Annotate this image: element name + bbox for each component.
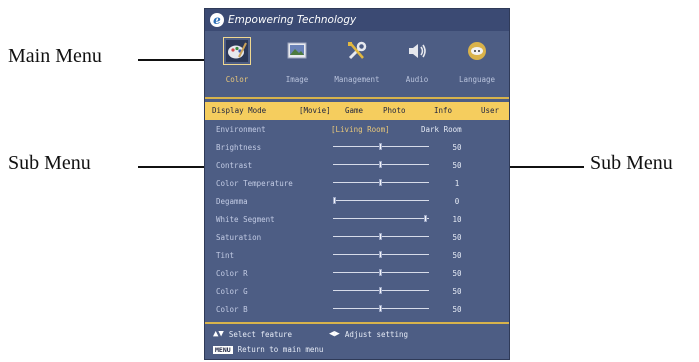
display-mode-option-user[interactable]: User bbox=[481, 106, 499, 115]
brand-bar: e Empowering Technology bbox=[205, 9, 509, 31]
display-mode-option-game[interactable]: Game bbox=[345, 106, 363, 115]
setting-label: Contrast bbox=[216, 161, 253, 170]
callout-main-menu: Main Menu bbox=[8, 45, 102, 67]
setting-label: Color R bbox=[216, 269, 248, 278]
setting-value: 50 bbox=[452, 161, 462, 170]
tab-management-label: Management bbox=[334, 75, 380, 84]
slider-thumb[interactable] bbox=[424, 215, 427, 222]
environment-row[interactable]: Environment [Living Room] Dark Room bbox=[205, 120, 509, 138]
footer-select-hint: ▲▼ Select feature bbox=[213, 329, 292, 339]
display-mode-option-movie[interactable]: [Movie] bbox=[299, 106, 331, 115]
slider-thumb[interactable] bbox=[378, 179, 382, 186]
wrench-screwdriver-icon bbox=[345, 39, 369, 63]
setting-value: 1 bbox=[454, 179, 460, 188]
display-mode-option-photo[interactable]: Photo bbox=[383, 106, 406, 115]
brand-logo: e bbox=[210, 13, 224, 27]
setting-label: Saturation bbox=[216, 233, 262, 242]
callout-sub-menu-left: Sub Menu bbox=[8, 152, 91, 174]
setting-slider[interactable] bbox=[333, 269, 429, 276]
setting-row-brightness[interactable]: Brightness 50 bbox=[205, 138, 509, 156]
slider-thumb[interactable] bbox=[378, 143, 382, 150]
setting-slider[interactable] bbox=[333, 305, 429, 312]
display-mode-label: Display Mode bbox=[212, 106, 267, 115]
tab-image[interactable]: Image bbox=[267, 33, 327, 91]
setting-row-color-r[interactable]: Color R 50 bbox=[205, 264, 509, 282]
setting-label: White Segment bbox=[216, 215, 275, 224]
setting-value: 50 bbox=[452, 305, 462, 314]
callout-main-menu-line bbox=[138, 59, 204, 61]
footer-select-text: Select feature bbox=[228, 329, 293, 339]
tab-language-label: Language bbox=[458, 75, 496, 84]
setting-value: 50 bbox=[452, 143, 462, 152]
slider-thumb[interactable] bbox=[378, 305, 382, 312]
environment-label: Environment bbox=[216, 125, 266, 134]
slider-thumb[interactable] bbox=[378, 233, 382, 240]
setting-label: Brightness bbox=[216, 143, 262, 152]
slider-thumb[interactable] bbox=[378, 161, 382, 168]
setting-slider[interactable] bbox=[333, 233, 429, 240]
up-down-arrows-icon: ▲▼ bbox=[213, 329, 224, 339]
tab-color-label: Color bbox=[225, 75, 249, 84]
footer-adjust-text: Adjust setting bbox=[344, 329, 409, 339]
menu-divider bbox=[205, 97, 509, 99]
setting-row-tint[interactable]: Tint 50 bbox=[205, 246, 509, 264]
slider-thumb[interactable] bbox=[378, 251, 382, 258]
menu-key-icon: MENU bbox=[213, 345, 233, 354]
footer-return-hint: MENU Return to main menu bbox=[213, 345, 323, 354]
osd-footer: ▲▼ Select feature ◀▶ Adjust setting MENU… bbox=[205, 327, 509, 359]
tab-audio[interactable]: Audio bbox=[387, 33, 447, 91]
tab-image-label: Image bbox=[285, 75, 309, 84]
setting-slider[interactable] bbox=[333, 287, 429, 294]
setting-value: 50 bbox=[452, 251, 462, 260]
environment-option-living-room[interactable]: [Living Room] bbox=[331, 125, 390, 134]
setting-slider[interactable] bbox=[333, 197, 429, 204]
setting-slider[interactable] bbox=[333, 215, 429, 222]
slider-thumb[interactable] bbox=[378, 269, 382, 276]
callout-sub-menu-left-line bbox=[138, 166, 204, 168]
osd-panel: e Empowering Technology Color Image Mana… bbox=[204, 8, 510, 360]
tab-management[interactable]: Management bbox=[327, 33, 387, 91]
display-mode-option-info[interactable]: Info bbox=[434, 106, 452, 115]
footer-adjust-hint: ◀▶ Adjust setting bbox=[329, 329, 408, 339]
setting-row-color-b[interactable]: Color B 50 bbox=[205, 300, 509, 318]
setting-row-saturation[interactable]: Saturation 50 bbox=[205, 228, 509, 246]
footer-return-text: Return to main menu bbox=[237, 345, 324, 354]
tab-color[interactable]: Color bbox=[207, 33, 267, 91]
display-mode-row[interactable]: Display Mode [Movie] Game Photo Info Use… bbox=[205, 102, 509, 120]
setting-label: Tint bbox=[216, 251, 235, 260]
setting-slider[interactable] bbox=[333, 161, 429, 168]
tab-audio-label: Audio bbox=[405, 75, 429, 84]
setting-row-color-temperature[interactable]: Color Temperature 1 bbox=[205, 174, 509, 192]
setting-slider[interactable] bbox=[333, 143, 429, 150]
setting-value: 50 bbox=[452, 233, 462, 242]
setting-label: Degamma bbox=[216, 197, 248, 206]
setting-value: 50 bbox=[452, 269, 462, 278]
setting-slider[interactable] bbox=[333, 251, 429, 258]
setting-row-degamma[interactable]: Degamma 0 bbox=[205, 192, 509, 210]
language-icon bbox=[465, 39, 489, 63]
speaker-icon bbox=[405, 39, 429, 63]
left-right-arrows-icon: ◀▶ bbox=[329, 329, 340, 339]
setting-value: 10 bbox=[452, 215, 462, 224]
setting-label: Color G bbox=[216, 287, 248, 296]
setting-row-contrast[interactable]: Contrast 50 bbox=[205, 156, 509, 174]
setting-value: 50 bbox=[452, 287, 462, 296]
setting-slider[interactable] bbox=[333, 179, 429, 186]
setting-label: Color B bbox=[216, 305, 248, 314]
slider-thumb[interactable] bbox=[333, 197, 336, 204]
image-icon bbox=[285, 39, 309, 63]
tab-language[interactable]: Language bbox=[447, 33, 507, 91]
callout-sub-menu-right-line bbox=[510, 166, 584, 168]
setting-label: Color Temperature bbox=[216, 179, 293, 188]
footer-divider bbox=[205, 322, 509, 324]
setting-row-color-g[interactable]: Color G 50 bbox=[205, 282, 509, 300]
setting-value: 0 bbox=[454, 197, 460, 206]
color-palette-icon bbox=[223, 37, 251, 65]
main-menu-tabs: Color Image Management Audio Language bbox=[205, 33, 509, 91]
brand-text: Empowering Technology bbox=[228, 14, 357, 26]
callout-sub-menu-right: Sub Menu bbox=[590, 152, 673, 174]
environment-option-dark-room[interactable]: Dark Room bbox=[421, 125, 462, 134]
setting-row-white-segment[interactable]: White Segment 10 bbox=[205, 210, 509, 228]
slider-thumb[interactable] bbox=[378, 287, 382, 294]
